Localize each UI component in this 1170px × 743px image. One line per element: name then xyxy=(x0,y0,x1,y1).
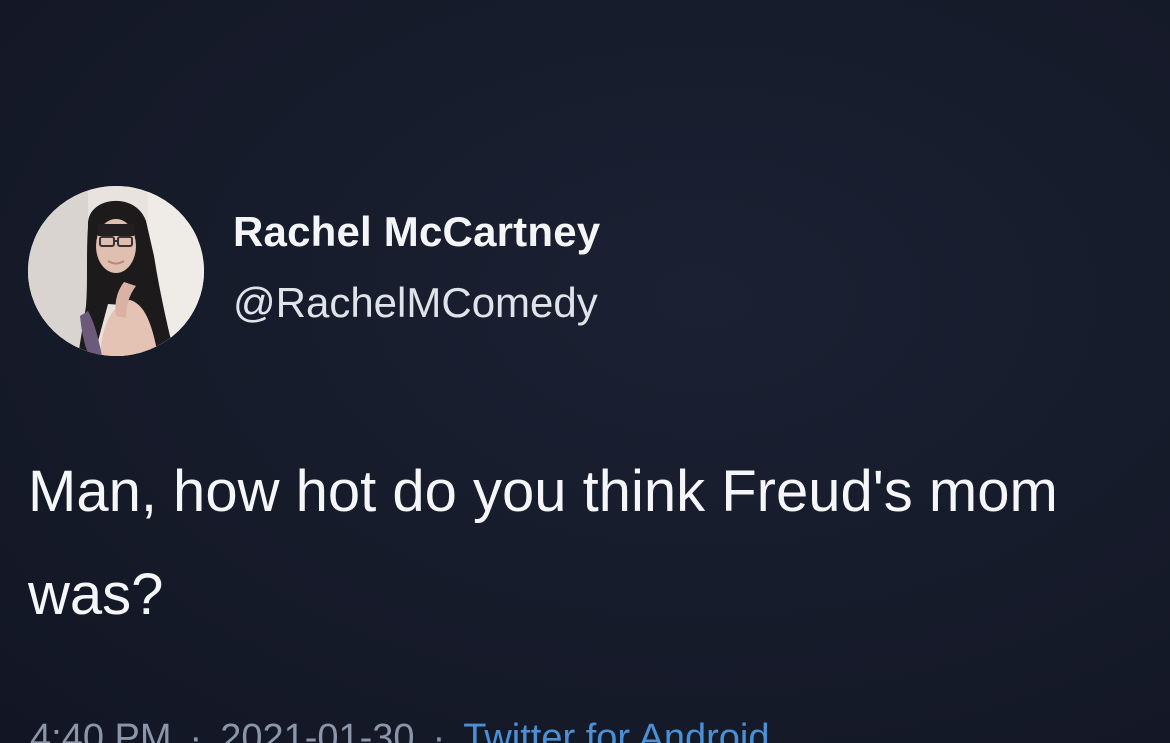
avatar-photo xyxy=(28,186,204,356)
tweet-meta: 4:40 PM · 2021-01-30 · Twitter for Android xyxy=(30,708,769,743)
meta-separator: · xyxy=(189,717,203,743)
tweet-date[interactable]: 2021-01-30 xyxy=(220,717,414,743)
meta-separator-2: · xyxy=(432,717,446,743)
tweet-screenshot: Rachel McCartney @RachelMComedy Man, how… xyxy=(0,0,1170,743)
author-handle[interactable]: @RachelMComedy xyxy=(233,279,598,327)
avatar[interactable] xyxy=(28,186,204,356)
tweet-source-link[interactable]: Twitter for Android xyxy=(463,717,769,743)
tweet-time[interactable]: 4:40 PM xyxy=(30,717,172,743)
author-display-name[interactable]: Rachel McCartney xyxy=(233,208,600,256)
tweet-text: Man, how hot do you think Freud's mom wa… xyxy=(28,459,1058,627)
